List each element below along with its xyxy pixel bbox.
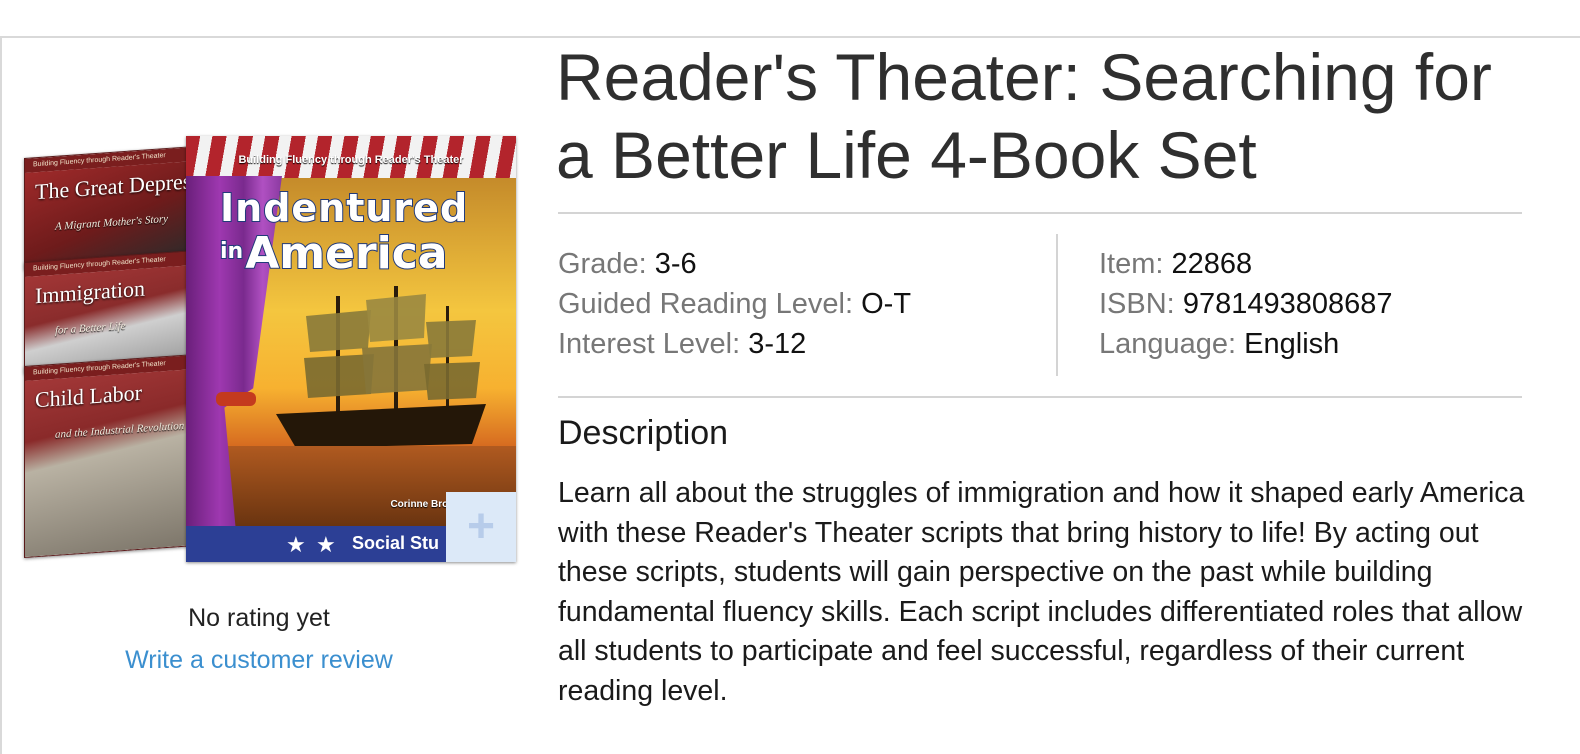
cover-series-label: Building Fluency through Reader's Theate… [238, 154, 464, 166]
write-review-link[interactable]: Write a customer review [0, 646, 518, 675]
book-cover-child-labor: Building Fluency through Reader's Theate… [24, 353, 196, 559]
spec-item: Item: 22868 [1099, 248, 1253, 280]
plus-icon: + [466, 500, 496, 553]
cover-title: The Great Depression [35, 165, 196, 205]
cover-title: Immigration [35, 275, 145, 309]
product-specs-right: Item: 22868 ISBN: 9781493808687 Language… [1099, 244, 1392, 364]
cover-title-line2: inAmerica [219, 227, 449, 280]
cover-subtitle: A Migrant Mother's Story [55, 212, 169, 233]
star-icon: ★ [316, 532, 336, 557]
product-image[interactable]: Building Fluency through Reader's Theate… [20, 136, 518, 562]
product-specs-left: Grade: 3-6 Guided Reading Level: O-T Int… [558, 244, 911, 364]
cover-subject-band: Social Stu [352, 533, 440, 553]
spec-interest-level: Interest Level: 3-12 [558, 328, 807, 360]
spec-grade: Grade: 3-6 [558, 248, 697, 280]
spec-language: Language: English [1099, 328, 1340, 360]
rating-status: No rating yet [188, 604, 330, 632]
description-heading: Description [558, 414, 729, 452]
divider [558, 396, 1522, 398]
description-text: Learn all about the struggles of immigra… [558, 477, 1525, 707]
spec-guided-reading-level: Guided Reading Level: O-T [558, 288, 912, 320]
product-title: Reader's Theater: Searching for a Better… [556, 40, 1492, 192]
ship-illustration [276, 286, 486, 448]
cover-subtitle: for a Better Life [55, 319, 126, 337]
spec-isbn: ISBN: 9781493808687 [1099, 288, 1393, 320]
cover-subtitle: and the Industrial Revolution [55, 419, 185, 441]
divider [558, 212, 1522, 214]
cover-title: Indentured [219, 185, 469, 231]
cover-title: Child Labor [35, 379, 142, 413]
vertical-divider [1056, 234, 1058, 376]
star-icon: ★ [286, 532, 306, 557]
zoom-image-button[interactable]: + [446, 492, 516, 562]
